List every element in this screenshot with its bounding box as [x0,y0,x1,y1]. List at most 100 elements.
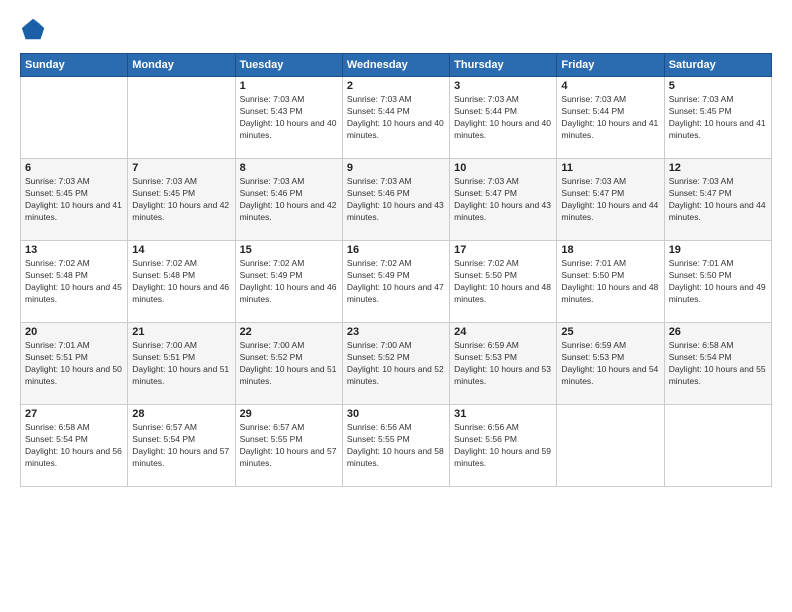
day-cell: 26Sunrise: 6:58 AMSunset: 5:54 PMDayligh… [664,323,771,405]
week-row-4: 20Sunrise: 7:01 AMSunset: 5:51 PMDayligh… [21,323,772,405]
day-info: Sunrise: 7:03 AMSunset: 5:46 PMDaylight:… [347,176,445,224]
day-cell: 31 Sunrise: 6:56 AMSunset: 5:56 PMDayligh… [450,405,557,487]
calendar-page: SundayMondayTuesdayWednesdayThursdayFrid… [0,0,792,612]
day-cell: 8 Sunrise: 7:03 AMSunset: 5:46 PMDaylight… [235,159,342,241]
day-cell: 16Sunrise: 7:02 AMSunset: 5:49 PMDayligh… [342,241,449,323]
day-number: 3 [454,80,552,92]
day-info: Sunrise: 7:03 AMSunset: 5:44 PMDaylight:… [561,94,659,142]
day-number: 10 [454,162,552,174]
day-number: 28 [132,408,230,420]
day-number: 25 [561,326,659,338]
day-info: Sunrise: 6:56 AMSunset: 5:55 PMDaylight:… [347,422,445,470]
day-cell: 13 Sunrise: 7:02 AMSunset: 5:48 PMDayligh… [21,241,128,323]
day-info: Sunrise: 6:58 AMSunset: 5:54 PMDaylight:… [669,340,767,388]
day-info: Sunrise: 7:02 AMSunset: 5:50 PMDaylight:… [454,258,552,306]
header-cell-sunday: Sunday [21,54,128,77]
header-cell-saturday: Saturday [664,54,771,77]
day-info: Sunrise: 7:01 AMSunset: 5:50 PMDaylight:… [669,258,767,306]
day-info: Sunrise: 6:59 AMSunset: 5:53 PMDaylight:… [454,340,552,388]
day-number: 21 [132,326,230,338]
day-cell: 24Sunrise: 6:59 AMSunset: 5:53 PMDayligh… [450,323,557,405]
day-cell: 17 Sunrise: 7:02 AMSunset: 5:50 PMDayligh… [450,241,557,323]
day-number: 6 [25,162,123,174]
day-cell: 5 Sunrise: 7:03 AMSunset: 5:45 PMDaylight… [664,77,771,159]
day-number: 4 [561,80,659,92]
week-row-3: 13 Sunrise: 7:02 AMSunset: 5:48 PMDayligh… [21,241,772,323]
header-cell-tuesday: Tuesday [235,54,342,77]
day-info: Sunrise: 7:03 AMSunset: 5:43 PMDaylight:… [240,94,338,142]
day-info: Sunrise: 6:56 AMSunset: 5:56 PMDaylight:… [454,422,552,470]
header [20,15,772,43]
day-cell: 27Sunrise: 6:58 AMSunset: 5:54 PMDayligh… [21,405,128,487]
day-number: 17 [454,244,552,256]
day-cell: 14 Sunrise: 7:02 AMSunset: 5:48 PMDayligh… [128,241,235,323]
header-cell-wednesday: Wednesday [342,54,449,77]
day-cell: 20Sunrise: 7:01 AMSunset: 5:51 PMDayligh… [21,323,128,405]
day-info: Sunrise: 7:03 AMSunset: 5:47 PMDaylight:… [669,176,767,224]
day-number: 23 [347,326,445,338]
week-row-1: 1Sunrise: 7:03 AMSunset: 5:43 PMDaylight… [21,77,772,159]
day-info: Sunrise: 7:03 AMSunset: 5:45 PMDaylight:… [132,176,230,224]
day-info: Sunrise: 7:03 AMSunset: 5:47 PMDaylight:… [561,176,659,224]
day-cell: 2 Sunrise: 7:03 AMSunset: 5:44 PMDaylight… [342,77,449,159]
day-cell: 22 Sunrise: 7:00 AMSunset: 5:52 PMDayligh… [235,323,342,405]
day-cell: 1Sunrise: 7:03 AMSunset: 5:43 PMDaylight… [235,77,342,159]
day-info: Sunrise: 7:03 AMSunset: 5:46 PMDaylight:… [240,176,338,224]
calendar-table: SundayMondayTuesdayWednesdayThursdayFrid… [20,53,772,487]
day-info: Sunrise: 7:00 AMSunset: 5:52 PMDaylight:… [347,340,445,388]
day-number: 29 [240,408,338,420]
day-info: Sunrise: 7:02 AMSunset: 5:49 PMDaylight:… [240,258,338,306]
day-number: 31 [454,408,552,420]
day-cell: 11 Sunrise: 7:03 AMSunset: 5:47 PMDayligh… [557,159,664,241]
day-number: 5 [669,80,767,92]
week-row-2: 6 Sunrise: 7:03 AMSunset: 5:45 PMDaylight… [21,159,772,241]
day-cell: 4 Sunrise: 7:03 AMSunset: 5:44 PMDaylight… [557,77,664,159]
day-number: 9 [347,162,445,174]
day-info: Sunrise: 7:03 AMSunset: 5:45 PMDaylight:… [25,176,123,224]
header-cell-thursday: Thursday [450,54,557,77]
day-info: Sunrise: 7:00 AMSunset: 5:52 PMDaylight:… [240,340,338,388]
day-cell: 18Sunrise: 7:01 AMSunset: 5:50 PMDayligh… [557,241,664,323]
day-cell: 6 Sunrise: 7:03 AMSunset: 5:45 PMDaylight… [21,159,128,241]
day-number: 8 [240,162,338,174]
header-cell-friday: Friday [557,54,664,77]
day-number: 15 [240,244,338,256]
day-number: 30 [347,408,445,420]
day-cell: 19 Sunrise: 7:01 AMSunset: 5:50 PMDayligh… [664,241,771,323]
header-row: SundayMondayTuesdayWednesdayThursdayFrid… [21,54,772,77]
day-info: Sunrise: 7:03 AMSunset: 5:45 PMDaylight:… [669,94,767,142]
day-info: Sunrise: 7:02 AMSunset: 5:49 PMDaylight:… [347,258,445,306]
day-info: Sunrise: 7:02 AMSunset: 5:48 PMDaylight:… [25,258,123,306]
day-number: 14 [132,244,230,256]
day-number: 13 [25,244,123,256]
day-number: 19 [669,244,767,256]
day-cell: 28 Sunrise: 6:57 AMSunset: 5:54 PMDayligh… [128,405,235,487]
day-info: Sunrise: 7:02 AMSunset: 5:48 PMDaylight:… [132,258,230,306]
day-cell: 30 Sunrise: 6:56 AMSunset: 5:55 PMDayligh… [342,405,449,487]
day-info: Sunrise: 7:03 AMSunset: 5:47 PMDaylight:… [454,176,552,224]
day-cell: 29Sunrise: 6:57 AMSunset: 5:55 PMDayligh… [235,405,342,487]
day-number: 7 [132,162,230,174]
day-info: Sunrise: 6:59 AMSunset: 5:53 PMDaylight:… [561,340,659,388]
day-number: 2 [347,80,445,92]
day-cell: 25 Sunrise: 6:59 AMSunset: 5:53 PMDayligh… [557,323,664,405]
day-info: Sunrise: 7:00 AMSunset: 5:51 PMDaylight:… [132,340,230,388]
day-info: Sunrise: 7:03 AMSunset: 5:44 PMDaylight:… [347,94,445,142]
day-cell: 7 Sunrise: 7:03 AMSunset: 5:45 PMDaylight… [128,159,235,241]
day-cell [128,77,235,159]
day-info: Sunrise: 6:58 AMSunset: 5:54 PMDaylight:… [25,422,123,470]
day-cell [664,405,771,487]
week-row-5: 27Sunrise: 6:58 AMSunset: 5:54 PMDayligh… [21,405,772,487]
day-info: Sunrise: 7:03 AMSunset: 5:44 PMDaylight:… [454,94,552,142]
day-number: 18 [561,244,659,256]
day-cell [21,77,128,159]
header-cell-monday: Monday [128,54,235,77]
day-number: 20 [25,326,123,338]
logo [20,15,52,43]
day-cell: 21 Sunrise: 7:00 AMSunset: 5:51 PMDayligh… [128,323,235,405]
day-info: Sunrise: 6:57 AMSunset: 5:54 PMDaylight:… [132,422,230,470]
day-number: 22 [240,326,338,338]
day-number: 12 [669,162,767,174]
day-number: 11 [561,162,659,174]
day-cell: 3 Sunrise: 7:03 AMSunset: 5:44 PMDaylight… [450,77,557,159]
